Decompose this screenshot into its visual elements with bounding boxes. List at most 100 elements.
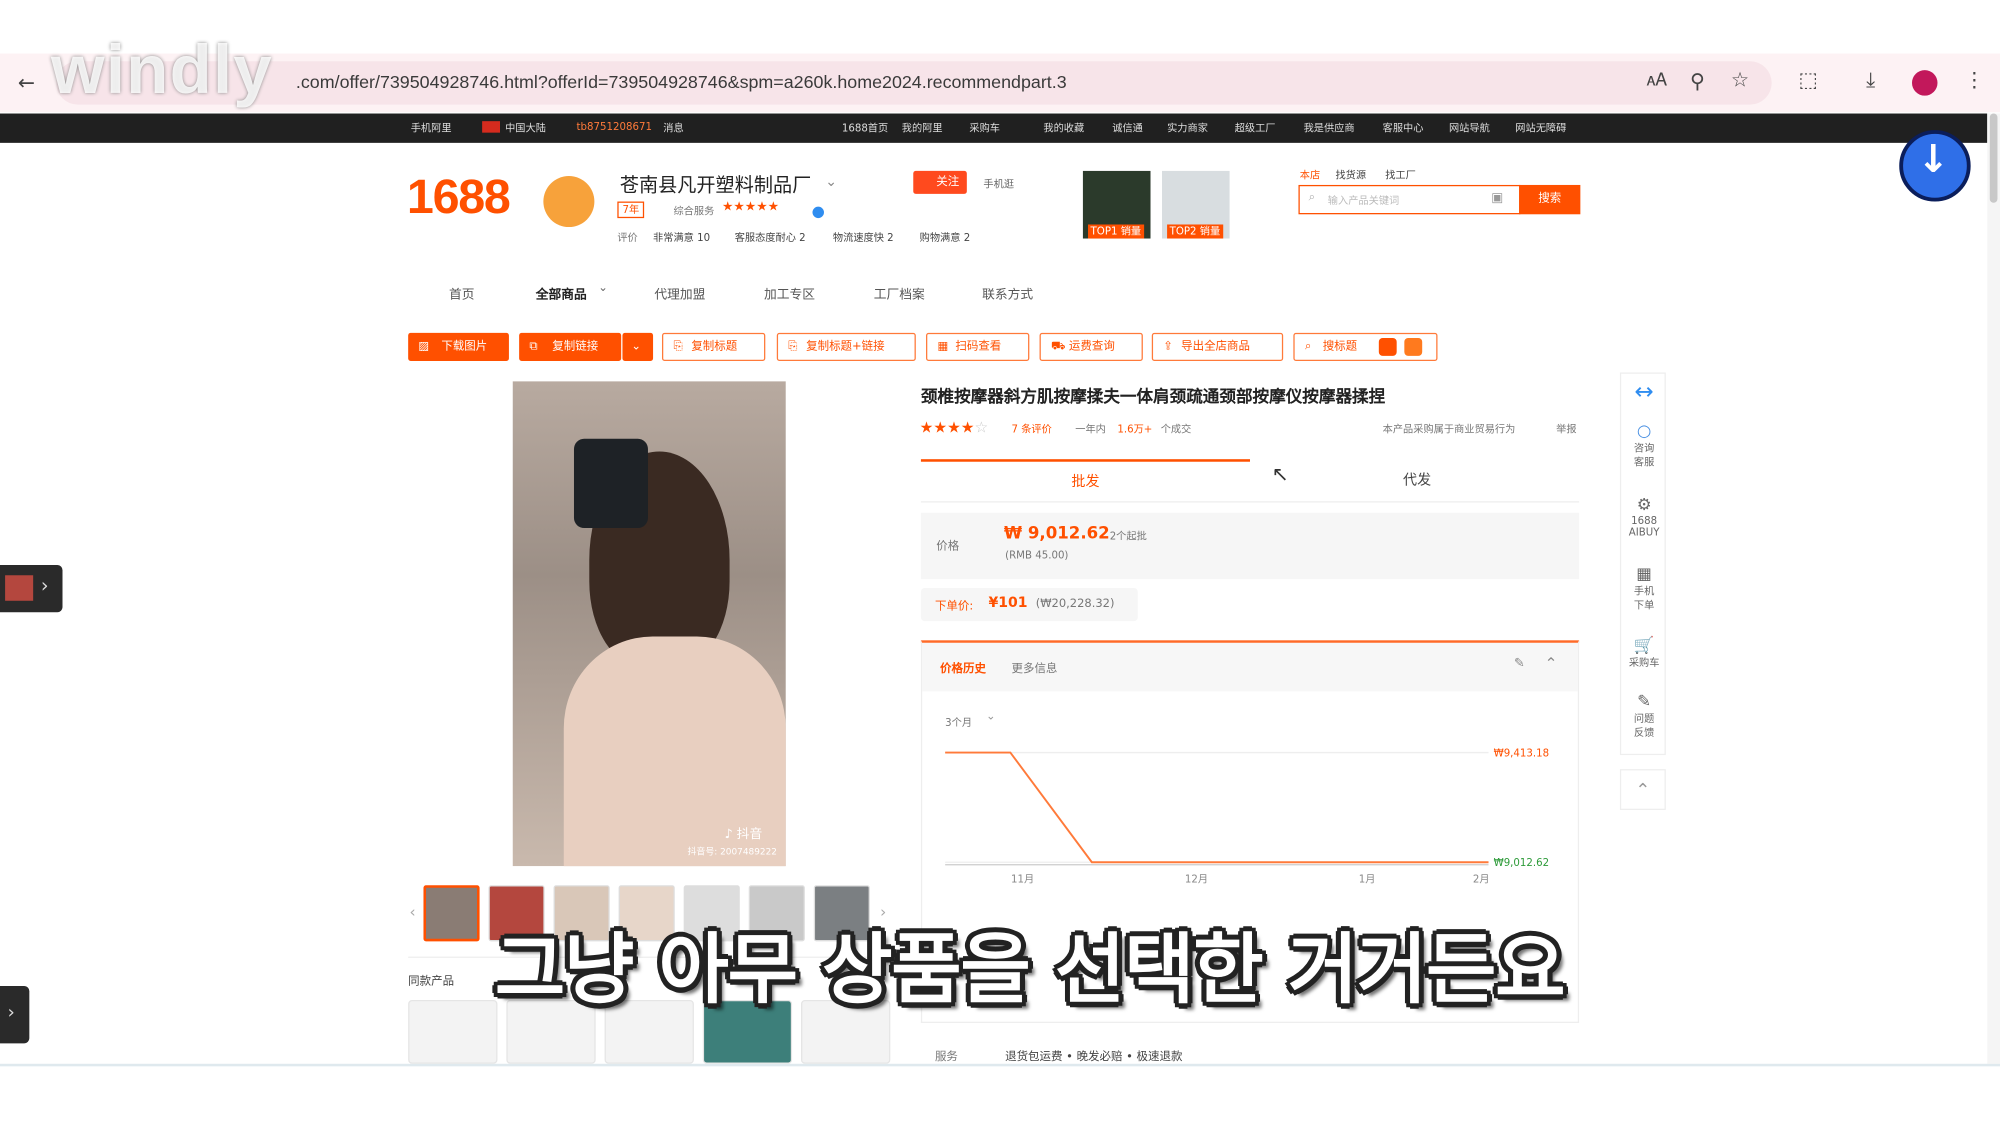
shopnav-processing[interactable]: 加工专区	[764, 283, 815, 302]
top1-badge: TOP1 销量	[1088, 224, 1144, 239]
menu-kebab-icon[interactable]: ⋮	[1964, 68, 1984, 92]
nav-mobile[interactable]: 手机阿里	[411, 121, 452, 135]
taobao-icon[interactable]	[1378, 338, 1397, 356]
search-input[interactable]: 输入产品关键词	[1328, 194, 1399, 208]
nav-accessibility[interactable]: 网站无障碍	[1515, 121, 1566, 135]
shopnav-home[interactable]: 首页	[449, 283, 475, 302]
search-button[interactable]: 搜索	[1519, 184, 1581, 215]
product-main-image[interactable]: ♪ 抖音 抖音号: 2007489222	[512, 381, 786, 867]
nav-supplier[interactable]: 我是供应商	[1304, 121, 1355, 135]
copy-icon: ⎘	[673, 340, 683, 354]
watermark-logo: windly	[51, 31, 273, 109]
truck-icon: ⛟	[1051, 340, 1066, 354]
nav-sitemap[interactable]: 网站导航	[1449, 121, 1490, 135]
sidebar-item-mobile-order[interactable]: ▦ 手机下单	[1621, 565, 1667, 612]
search-title-label: 搜标题	[1322, 340, 1358, 354]
nav-user[interactable]: tb8751208671	[577, 121, 652, 132]
site-logo[interactable]: 1688	[407, 171, 511, 226]
search-tab-store[interactable]: 本店	[1300, 168, 1320, 182]
search-input-box[interactable]: ⌕ 输入产品关键词 ▣	[1298, 184, 1521, 215]
low-price-label: ₩9,012.62	[1494, 858, 1549, 869]
report-link[interactable]: 举报	[1556, 422, 1576, 436]
video-subtitle: 그냥 아무 상품을 선택한 거거든요	[494, 926, 1566, 1016]
sidebar-item-customer-service[interactable]: ○ 咨询客服	[1621, 422, 1667, 469]
chevron-down-icon: ⌄	[598, 281, 608, 295]
search-tab-factory[interactable]: 找工厂	[1385, 168, 1416, 182]
url-text[interactable]: .com/offer/739504928746.html?offerId=739…	[296, 71, 1067, 91]
nav-home[interactable]: 1688首页	[842, 121, 888, 135]
nav-strong-merchant[interactable]: 实力商家	[1167, 121, 1208, 135]
nav-super-factory[interactable]: 超级工厂	[1235, 121, 1276, 135]
download-icon[interactable]: ⤓	[1866, 68, 1875, 94]
sidebar-item-feedback[interactable]: ✎ 问题反馈	[1621, 693, 1667, 740]
tab-dropship[interactable]: 代发	[1255, 459, 1579, 502]
sidebar-item-cart[interactable]: 🛒 采购车	[1621, 636, 1667, 669]
nav-chengxin[interactable]: 诚信通	[1112, 121, 1143, 135]
product-title: 颈椎按摩器斜方肌按摩揉夫一体肩颈疏通颈部按摩仪按摩器揉捏	[920, 387, 1386, 407]
translate-icon[interactable]: ↔	[1621, 379, 1667, 406]
follow-button[interactable]: 关注	[913, 170, 967, 194]
chevron-right-icon: ›	[40, 573, 49, 597]
video-divider	[0, 1063, 2000, 1067]
order-type-tabs: 批发 代发	[920, 459, 1580, 503]
export-all-label: 导出全店商品	[1181, 340, 1251, 354]
search-tab-source[interactable]: 找货源	[1335, 168, 1366, 182]
mobile-browse[interactable]: 手机逛	[983, 177, 1014, 191]
tmall-icon[interactable]	[1404, 338, 1423, 356]
back-arrow-icon[interactable]: ←	[18, 70, 35, 94]
shop-name[interactable]: 苍南县凡开塑料制品厂	[620, 171, 811, 198]
shopnav-agency[interactable]: 代理加盟	[654, 283, 705, 302]
thumbnail[interactable]	[423, 885, 480, 942]
shopnav-contact[interactable]: 联系方式	[982, 283, 1033, 302]
x-tick-label: 11月	[1011, 874, 1034, 886]
nav-cart[interactable]: 采购车	[969, 121, 1000, 135]
x-tick-label: 2月	[1473, 874, 1490, 886]
chevron-down-icon[interactable]: ⌄	[825, 173, 837, 190]
profile-avatar[interactable]	[1911, 70, 1938, 96]
shopnav-factory[interactable]: 工厂档案	[874, 283, 925, 302]
export-icon: ⇪	[1163, 340, 1173, 354]
page-scrollbar[interactable]	[1987, 113, 2000, 1064]
search-title-button[interactable]: ⌕ 搜标题	[1293, 332, 1438, 361]
tab-wholesale[interactable]: 批发	[920, 459, 1250, 502]
x-tick-label: 12月	[1185, 874, 1208, 886]
nav-my-ali[interactable]: 我的阿里	[902, 121, 943, 135]
bookmark-star-icon[interactable]: ☆	[1731, 68, 1749, 92]
copy-title-button[interactable]: ⎘ 复制标题	[661, 332, 766, 361]
nav-region[interactable]: 中国大陆	[505, 121, 546, 135]
scrollbar-thumb[interactable]	[1989, 113, 1998, 203]
scan-code-button[interactable]: ▦ 扫码查看	[926, 332, 1030, 361]
copy-icon: ⎘	[788, 340, 798, 354]
side-collapse-tab[interactable]: ›	[0, 985, 30, 1044]
related-label: 同款产品	[408, 975, 455, 989]
service-items[interactable]: 退货包运费 • 晚发必赔 • 极速退款	[1005, 1047, 1182, 1064]
download-overlay-button[interactable]: ↓	[1899, 130, 1971, 202]
side-extension-tab[interactable]: ›	[0, 565, 63, 613]
nav-service[interactable]: 客服中心	[1383, 121, 1424, 135]
related-product[interactable]	[408, 999, 498, 1064]
browser-toolbar: ← .com/offer/739504928746.html?offerId=7…	[0, 53, 2000, 113]
qr-icon: ▦	[937, 340, 949, 354]
copy-link-button[interactable]: ⧉ 复制链接	[519, 332, 622, 361]
shipping-button[interactable]: ⛟ 运费查询	[1039, 332, 1143, 361]
export-all-button[interactable]: ⇪ 导出全店商品	[1151, 332, 1284, 361]
zoom-icon[interactable]: ⚲	[1690, 69, 1705, 93]
translate-icon[interactable]: 🗚	[1647, 70, 1667, 90]
price-value: ₩ 9,012.62	[1003, 524, 1110, 544]
nav-favorites[interactable]: 我的收藏	[1043, 121, 1084, 135]
copy-link-dropdown[interactable]: ⌄	[622, 332, 654, 361]
thumb-prev-icon[interactable]: ‹	[409, 903, 415, 921]
shopnav-all-products[interactable]: 全部商品	[536, 283, 587, 302]
chat-icon: ○	[1636, 422, 1652, 442]
back-to-top-button[interactable]: ⌃	[1619, 769, 1666, 810]
download-images-button[interactable]: ▨ 下载图片	[408, 332, 509, 361]
copy-title-link-button[interactable]: ⎘ 复制标题+链接	[776, 332, 916, 361]
sidebar-label: 手机下单	[1633, 585, 1655, 611]
sold-count: 1.6万+	[1117, 423, 1153, 435]
review-count[interactable]: 7 条评价	[1011, 422, 1051, 436]
extensions-icon[interactable]: ⬚	[1798, 68, 1817, 92]
camera-icon[interactable]: ▣	[1491, 191, 1503, 205]
nav-messages[interactable]: 消息	[663, 121, 683, 135]
feedback-edit-icon: ✎	[1637, 692, 1652, 712]
sidebar-item-aibuy[interactable]: ⚙ 1688 AIBUY	[1621, 496, 1667, 538]
